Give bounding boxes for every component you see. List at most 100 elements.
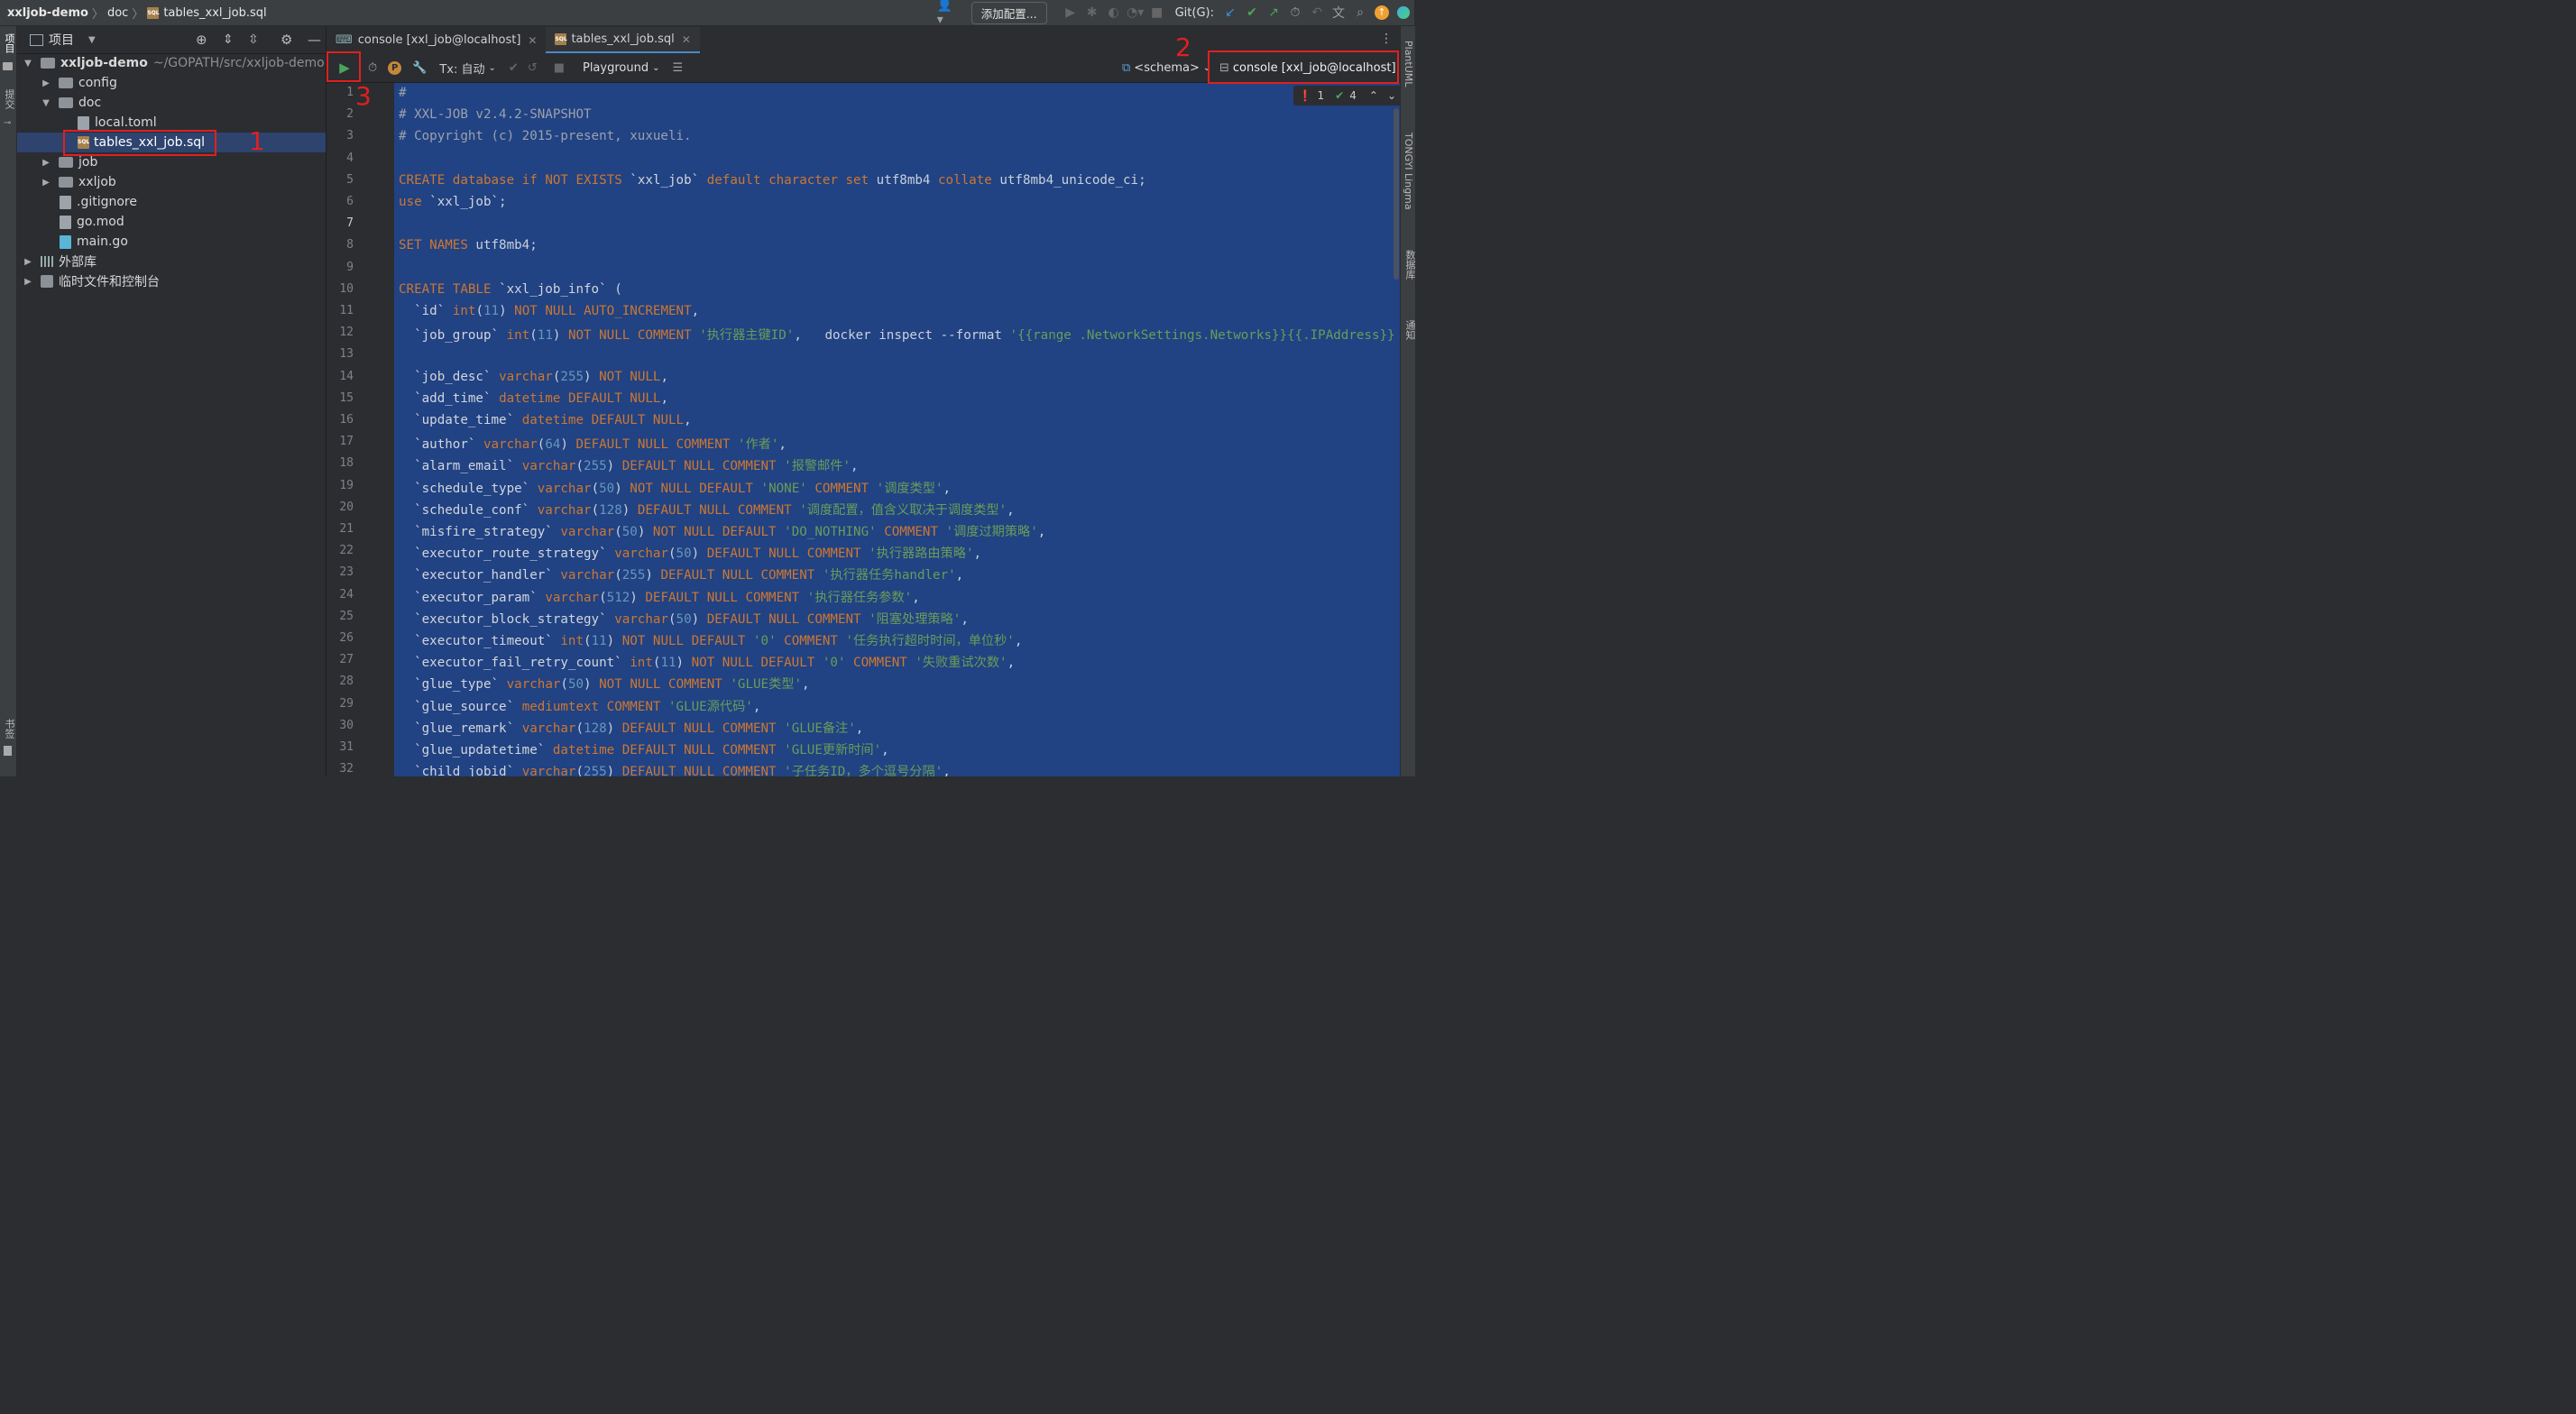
line-number: 3	[346, 129, 354, 143]
tree-item-label: xxljob	[78, 175, 116, 189]
code-line: `executor_block_strategy` varchar(50) DE…	[414, 611, 969, 627]
chevron-right-icon[interactable]: ▶	[41, 178, 51, 188]
wrench-icon[interactable]: 🔧	[412, 56, 427, 79]
close-icon[interactable]: ✕	[528, 34, 537, 47]
breadcrumb-project[interactable]: xxljob-demo	[7, 6, 88, 20]
line-number: 22	[339, 544, 354, 558]
code-editor[interactable]: # # XXL-JOB v2.4.2-SNAPSHOT # Copyright (c…	[394, 83, 1400, 776]
code-line: # Copyright (c) 2015-present, xuxueli.	[399, 129, 692, 144]
history-icon[interactable]: ⏱	[1284, 2, 1306, 23]
folder-icon	[59, 97, 73, 108]
chevron-right-icon[interactable]: ▶	[41, 158, 51, 168]
translate-icon[interactable]: 文	[1328, 2, 1349, 23]
line-number: 1	[346, 86, 354, 99]
code-line: `executor_timeout` int(11) NOT NULL DEFA…	[414, 634, 1023, 648]
database-tool-button[interactable]: 数据库	[1403, 250, 1417, 280]
chevron-down-icon[interactable]: ▼	[88, 35, 96, 45]
gear-icon[interactable]: ⚙	[281, 32, 292, 48]
inspection-widget[interactable]: ❗ 1 ✔ 4 ⌃ ⌄	[1293, 86, 1402, 106]
chevron-right-icon[interactable]: ▶	[41, 78, 51, 88]
chevron-right-icon[interactable]: ▶	[23, 277, 33, 287]
annotation-box-execute	[327, 51, 361, 82]
code-line: CREATE database if NOT EXISTS `xxl_job` …	[399, 172, 1146, 188]
tongyi-tool-button[interactable]: TONGYI Lingma	[1403, 133, 1414, 210]
tree-item-config[interactable]: ▶ config	[17, 73, 326, 93]
close-icon[interactable]: ✕	[682, 33, 691, 46]
chevron-down-icon[interactable]: ▼	[41, 98, 51, 108]
minimize-icon[interactable]: —	[308, 32, 321, 48]
tree-item-gitignore[interactable]: .gitignore	[17, 192, 326, 212]
expand-all-icon[interactable]: ⇕	[223, 32, 234, 47]
chevron-right-icon[interactable]: ▶	[23, 257, 33, 267]
explain-plan-icon[interactable]: P	[388, 56, 402, 79]
line-number: 23	[339, 565, 354, 580]
code-line: `schedule_type` varchar(50) NOT NULL DEF…	[414, 481, 952, 496]
tree-item-doc[interactable]: ▼ doc	[17, 93, 326, 113]
plantuml-tool-button[interactable]: PlantUML	[1403, 41, 1414, 87]
code-line: `schedule_conf` varchar(128) DEFAULT NUL…	[414, 502, 1015, 518]
stop-icon[interactable]: ■	[1146, 2, 1168, 23]
bookmarks-tool-button[interactable]: 书签	[2, 719, 16, 739]
tab-console[interactable]: ⌨ console [xxl_job@localhost] ✕	[327, 27, 546, 53]
tree-item-main-go[interactable]: main.go	[17, 232, 326, 252]
search-icon[interactable]: ⌕	[1349, 2, 1371, 23]
chevron-up-icon[interactable]: ⌃	[1369, 89, 1378, 102]
rollback-icon[interactable]: ↶	[1306, 2, 1328, 23]
git-commit-icon[interactable]: ✔	[1241, 2, 1263, 23]
code-line: # XXL-JOB v2.4.2-SNAPSHOT	[399, 107, 592, 123]
run-icon[interactable]: ▶	[1060, 2, 1081, 23]
locate-icon[interactable]: ⊕	[196, 32, 207, 48]
project-panel-title[interactable]: 项目	[49, 31, 74, 49]
git-update-icon[interactable]: ↙	[1219, 2, 1241, 23]
tree-item-label: xxljob-demo	[60, 56, 148, 70]
git-push-icon[interactable]: ↗	[1263, 2, 1284, 23]
user-icon[interactable]: 👤▾	[937, 0, 959, 27]
vertical-scrollbar[interactable]	[1394, 108, 1399, 280]
table-view-icon[interactable]: ☰	[672, 56, 683, 79]
transaction-mode-dropdown[interactable]: Tx: 自动 ⌄	[439, 56, 496, 79]
line-number: 16	[339, 413, 354, 427]
tab-label: tables_xxl_job.sql	[571, 32, 675, 46]
collapse-all-icon[interactable]: ⇳	[248, 32, 259, 47]
commit-tool-button[interactable]: 提交	[2, 89, 16, 109]
chevron-down-icon: ⌄	[652, 62, 660, 73]
code-line: CREATE TABLE `xxl_job_info` (	[399, 281, 622, 297]
rollback-icon[interactable]: ↺	[528, 56, 538, 79]
project-tool-button[interactable]: 项目	[2, 33, 16, 53]
schema-dropdown[interactable]: ⧉ <schema> ⌄	[1122, 56, 1210, 79]
breadcrumb: xxljob-demo 〉 doc 〉 SQL tables_xxl_job.s…	[0, 5, 267, 22]
update-icon[interactable]: ↑	[1371, 2, 1393, 23]
line-number: 28	[339, 675, 354, 689]
add-configuration-button[interactable]: 添加配置...	[971, 1, 1047, 24]
coverage-icon[interactable]: ◐	[1103, 2, 1125, 23]
line-number: 32	[339, 762, 354, 776]
console-icon: ⌨	[336, 33, 353, 47]
tree-item-go-mod[interactable]: go.mod	[17, 212, 326, 232]
line-number: 29	[339, 696, 354, 711]
playground-dropdown[interactable]: Playground ⌄	[583, 56, 660, 79]
code-line: `executor_route_strategy` varchar(50) DE…	[414, 546, 982, 562]
chevron-down-icon[interactable]: ▼	[23, 59, 33, 69]
profile-icon[interactable]: ◔▾	[1125, 2, 1146, 23]
tree-item-root[interactable]: ▼ xxljob-demo ~/GOPATH/src/xxljob-demo	[17, 53, 326, 73]
history-icon[interactable]: ⏱	[368, 56, 377, 79]
line-number: 26	[339, 631, 354, 645]
breadcrumb-folder[interactable]: doc	[107, 6, 128, 20]
plugin-icon[interactable]	[1393, 2, 1414, 23]
stop-icon[interactable]: ■	[554, 56, 565, 79]
tree-item-xxljob[interactable]: ▶ xxljob	[17, 172, 326, 192]
tree-item-scratches[interactable]: ▶ 临时文件和控制台	[17, 271, 326, 291]
more-tabs-icon[interactable]: ⋮	[1380, 32, 1393, 46]
debug-icon[interactable]: ✱	[1081, 2, 1103, 23]
commit-icon[interactable]: ✔	[509, 56, 519, 79]
code-line: `executor_handler` varchar(255) DEFAULT …	[414, 568, 964, 583]
tab-tables-sql[interactable]: SQL tables_xxl_job.sql ✕	[546, 27, 700, 53]
tree-item-label: go.mod	[77, 215, 124, 229]
notifications-tool-button[interactable]: 通知	[1403, 320, 1417, 340]
breadcrumb-file[interactable]: tables_xxl_job.sql	[163, 6, 266, 20]
chevron-down-icon[interactable]: ⌄	[1387, 89, 1396, 102]
tree-item-external-libraries[interactable]: ▶ 外部库	[17, 252, 326, 271]
right-tool-strip: PlantUML TONGYI Lingma 数据库 通知	[1400, 26, 1417, 776]
line-number: 2	[346, 107, 354, 122]
commit-icon: ⊸	[4, 118, 12, 128]
